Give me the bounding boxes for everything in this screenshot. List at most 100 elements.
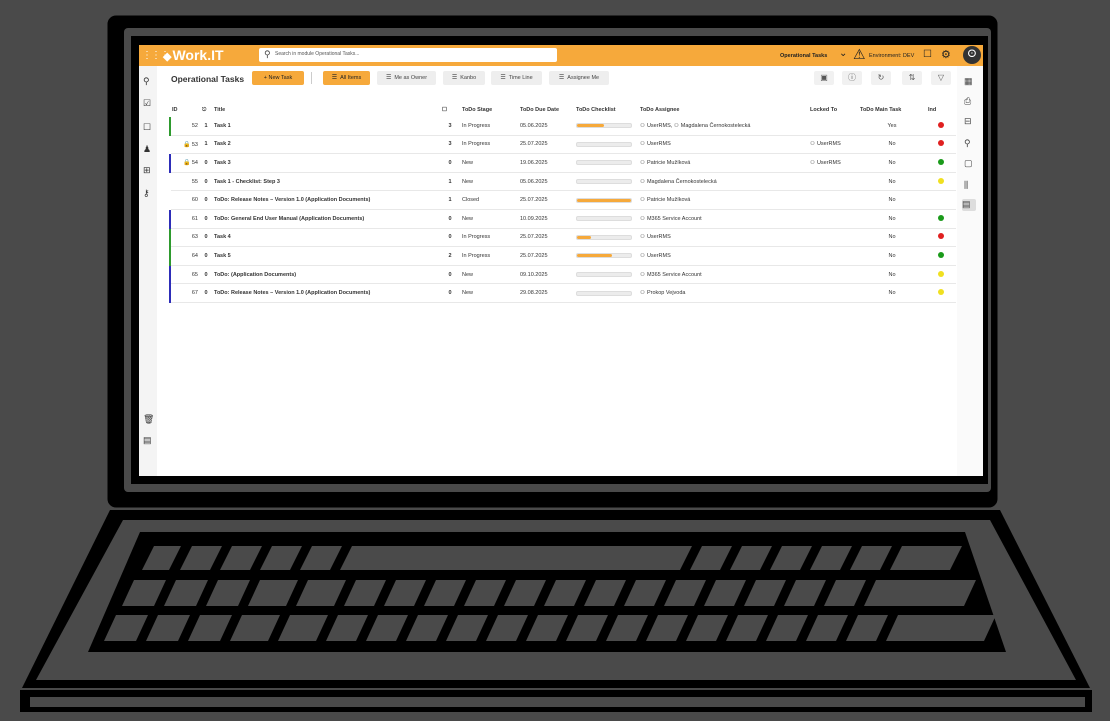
assignee-cell: ⚇ Patricie Mužíková bbox=[638, 190, 808, 210]
key-nav-icon[interactable]: ⚷ bbox=[143, 188, 150, 199]
info-icon[interactable]: ⓘ bbox=[842, 71, 862, 85]
view-label: Me as Owner bbox=[394, 75, 428, 81]
table-row[interactable]: 60 0 ToDo: Release Notes – Version 1.0 (… bbox=[170, 190, 956, 210]
task-title[interactable]: Task 1 - Checklist: Step 3 bbox=[212, 172, 440, 192]
column-checklist[interactable]: ToDo Checklist bbox=[574, 103, 638, 117]
comment-count: 3 bbox=[440, 117, 460, 136]
brand-logo[interactable]: ◆Work.IT bbox=[163, 47, 224, 63]
archive-icon[interactable]: ▤ bbox=[143, 435, 152, 446]
todo-stage: New bbox=[460, 265, 518, 285]
locked-to-cell bbox=[808, 209, 858, 229]
comment-count: 0 bbox=[440, 283, 460, 303]
attachment-icon[interactable]: ⎋ bbox=[200, 103, 212, 117]
column-due-date[interactable]: ToDo Due Date bbox=[518, 103, 574, 117]
view-label: Kanbo bbox=[460, 75, 477, 81]
task-title[interactable]: ToDo: Release Notes – Version 1.0 (Appli… bbox=[212, 190, 440, 210]
grid-nav-icon[interactable]: ⊞ bbox=[143, 165, 151, 176]
task-title[interactable]: Task 3 bbox=[212, 153, 440, 173]
chevron-down-icon[interactable]: ⌄ bbox=[839, 48, 847, 59]
avatar[interactable]: ⵙ bbox=[963, 46, 981, 64]
gear-icon[interactable]: ⚙ bbox=[941, 48, 951, 61]
person-icon: ⚇ bbox=[640, 234, 645, 241]
locked-to-cell: ⚇ UserRMS bbox=[808, 153, 858, 173]
task-title[interactable]: ToDo: General End User Manual (Applicati… bbox=[212, 209, 440, 229]
assignee-name: Patricie Mužíková bbox=[646, 159, 691, 166]
person-icon: ⚇ bbox=[640, 290, 645, 297]
layout-icon[interactable]: ⊟ bbox=[964, 116, 972, 127]
print-icon[interactable]: ⎙ bbox=[964, 96, 971, 107]
progress-bar bbox=[576, 290, 632, 296]
task-title[interactable]: Task 4 bbox=[212, 228, 440, 248]
chat-icon[interactable]: ☐ bbox=[923, 49, 932, 60]
brand-name: Work.IT bbox=[172, 47, 224, 63]
view-me-as-owner[interactable]: ☰ Me as Owner bbox=[377, 71, 436, 85]
refresh-icon[interactable]: ↻ bbox=[871, 71, 891, 85]
column-assignee[interactable]: ToDo Assignee bbox=[638, 103, 808, 117]
assignee-name: Prokop Vejvoda bbox=[646, 290, 686, 297]
indicator-cell bbox=[926, 190, 956, 210]
row-id-cell: 🔒53 bbox=[170, 135, 200, 155]
todo-stage: New bbox=[460, 172, 518, 192]
locked-to-cell bbox=[808, 117, 858, 136]
people-nav-icon[interactable]: ♟ bbox=[143, 144, 151, 155]
indicator-cell bbox=[926, 265, 956, 285]
todo-stage: In Progress bbox=[460, 117, 518, 136]
due-date: 05.06.2025 bbox=[518, 117, 574, 136]
view-time-line[interactable]: ☰ Time Line bbox=[491, 71, 542, 85]
search-nav-icon[interactable]: ⚲ bbox=[143, 76, 150, 87]
column-title[interactable]: Title bbox=[212, 103, 440, 117]
table-row[interactable]: 67 0 ToDo: Release Notes – Version 1.0 (… bbox=[169, 283, 956, 303]
comment-count: 1 bbox=[440, 172, 460, 192]
search-people-icon[interactable]: ⚲ bbox=[964, 138, 971, 149]
module-name[interactable]: Operational Tasks bbox=[780, 53, 827, 59]
column-stage[interactable]: ToDo Stage bbox=[460, 103, 518, 117]
excel-export-icon[interactable]: ▣ bbox=[814, 71, 834, 85]
calendar-icon[interactable]: ▢ bbox=[964, 158, 973, 169]
table-row[interactable]: 65 0 ToDo: (Application Documents) 0 New… bbox=[169, 265, 956, 285]
task-title[interactable]: ToDo: Release Notes – Version 1.0 (Appli… bbox=[212, 283, 440, 303]
search-box[interactable]: ⚲ Search in module Operational Tasks... bbox=[259, 48, 557, 62]
person-icon: ⚇ bbox=[640, 178, 645, 185]
table-row[interactable]: 🔒53 1 Task 2 3 In Progress 25.07.2025 ⚇ U… bbox=[170, 135, 956, 155]
locked-to-name: UserRMS bbox=[816, 159, 841, 166]
table-row[interactable]: 63 0 Task 4 0 In Progress 25.07.2025 ⚇ Us… bbox=[169, 228, 956, 248]
dashboard-icon[interactable]: ▦ bbox=[964, 76, 973, 87]
locked-to-name: UserRMS bbox=[816, 141, 841, 148]
view-all-items[interactable]: ☰ All Items bbox=[323, 71, 370, 85]
task-title[interactable]: Task 1 bbox=[212, 117, 440, 136]
due-date: 25.07.2025 bbox=[518, 228, 574, 248]
assignee-name: Patricie Mužíková bbox=[646, 197, 691, 204]
view-kanbo[interactable]: ☰ Kanbo bbox=[443, 71, 485, 85]
table-row[interactable]: 52 1 Task 1 3 In Progress 05.06.2025 ⚇ Us… bbox=[169, 117, 956, 136]
environment-label: Environment: DEV bbox=[869, 53, 915, 59]
table-view-icon[interactable]: ▤ bbox=[962, 199, 976, 211]
table-row[interactable]: 61 0 ToDo: General End User Manual (Appl… bbox=[169, 209, 956, 229]
new-task-button[interactable]: + New Task bbox=[252, 71, 304, 85]
task-title[interactable]: ToDo: (Application Documents) bbox=[212, 265, 440, 285]
main-task: No bbox=[858, 228, 926, 248]
sort-icon[interactable]: ⇅ bbox=[902, 71, 922, 85]
trash-icon[interactable]: 🗑 bbox=[143, 414, 154, 425]
locked-to-cell: ⚇ UserRMS bbox=[808, 135, 858, 155]
table-row[interactable]: 🔒54 0 Task 3 0 New 19.06.2025 ⚇ Patricie … bbox=[169, 153, 956, 173]
attachment-count: 1 bbox=[200, 135, 212, 155]
table-row[interactable]: 64 0 Task 5 2 In Progress 25.07.2025 ⚇ Us… bbox=[169, 246, 956, 266]
column-id[interactable]: ID bbox=[170, 103, 200, 117]
row-id: 60 bbox=[191, 197, 198, 204]
keyboard-key bbox=[340, 546, 692, 570]
comment-icon[interactable]: ☐ bbox=[440, 103, 460, 117]
task-title[interactable]: Task 5 bbox=[212, 246, 440, 266]
task-title[interactable]: Task 2 bbox=[212, 135, 440, 155]
todo-stage: New bbox=[460, 209, 518, 229]
comment-nav-icon[interactable]: ☐ bbox=[143, 122, 151, 133]
filter-icon[interactable]: ▽ bbox=[931, 71, 951, 85]
column-locked-to[interactable]: Locked To bbox=[808, 103, 858, 117]
progress-fill bbox=[577, 254, 613, 258]
column-main-task[interactable]: ToDo Main Task bbox=[858, 103, 926, 117]
checkbox-nav-icon[interactable]: ☑ bbox=[143, 98, 151, 109]
table-row[interactable]: 55 0 Task 1 - Checklist: Step 3 1 New 05… bbox=[170, 172, 956, 192]
view-assignee-me[interactable]: ☰ Assignee Me bbox=[549, 71, 609, 85]
person-icon: ⚇ bbox=[640, 215, 645, 222]
column-ind[interactable]: Ind bbox=[926, 103, 956, 117]
library-icon[interactable]: ⫼ bbox=[964, 180, 968, 191]
